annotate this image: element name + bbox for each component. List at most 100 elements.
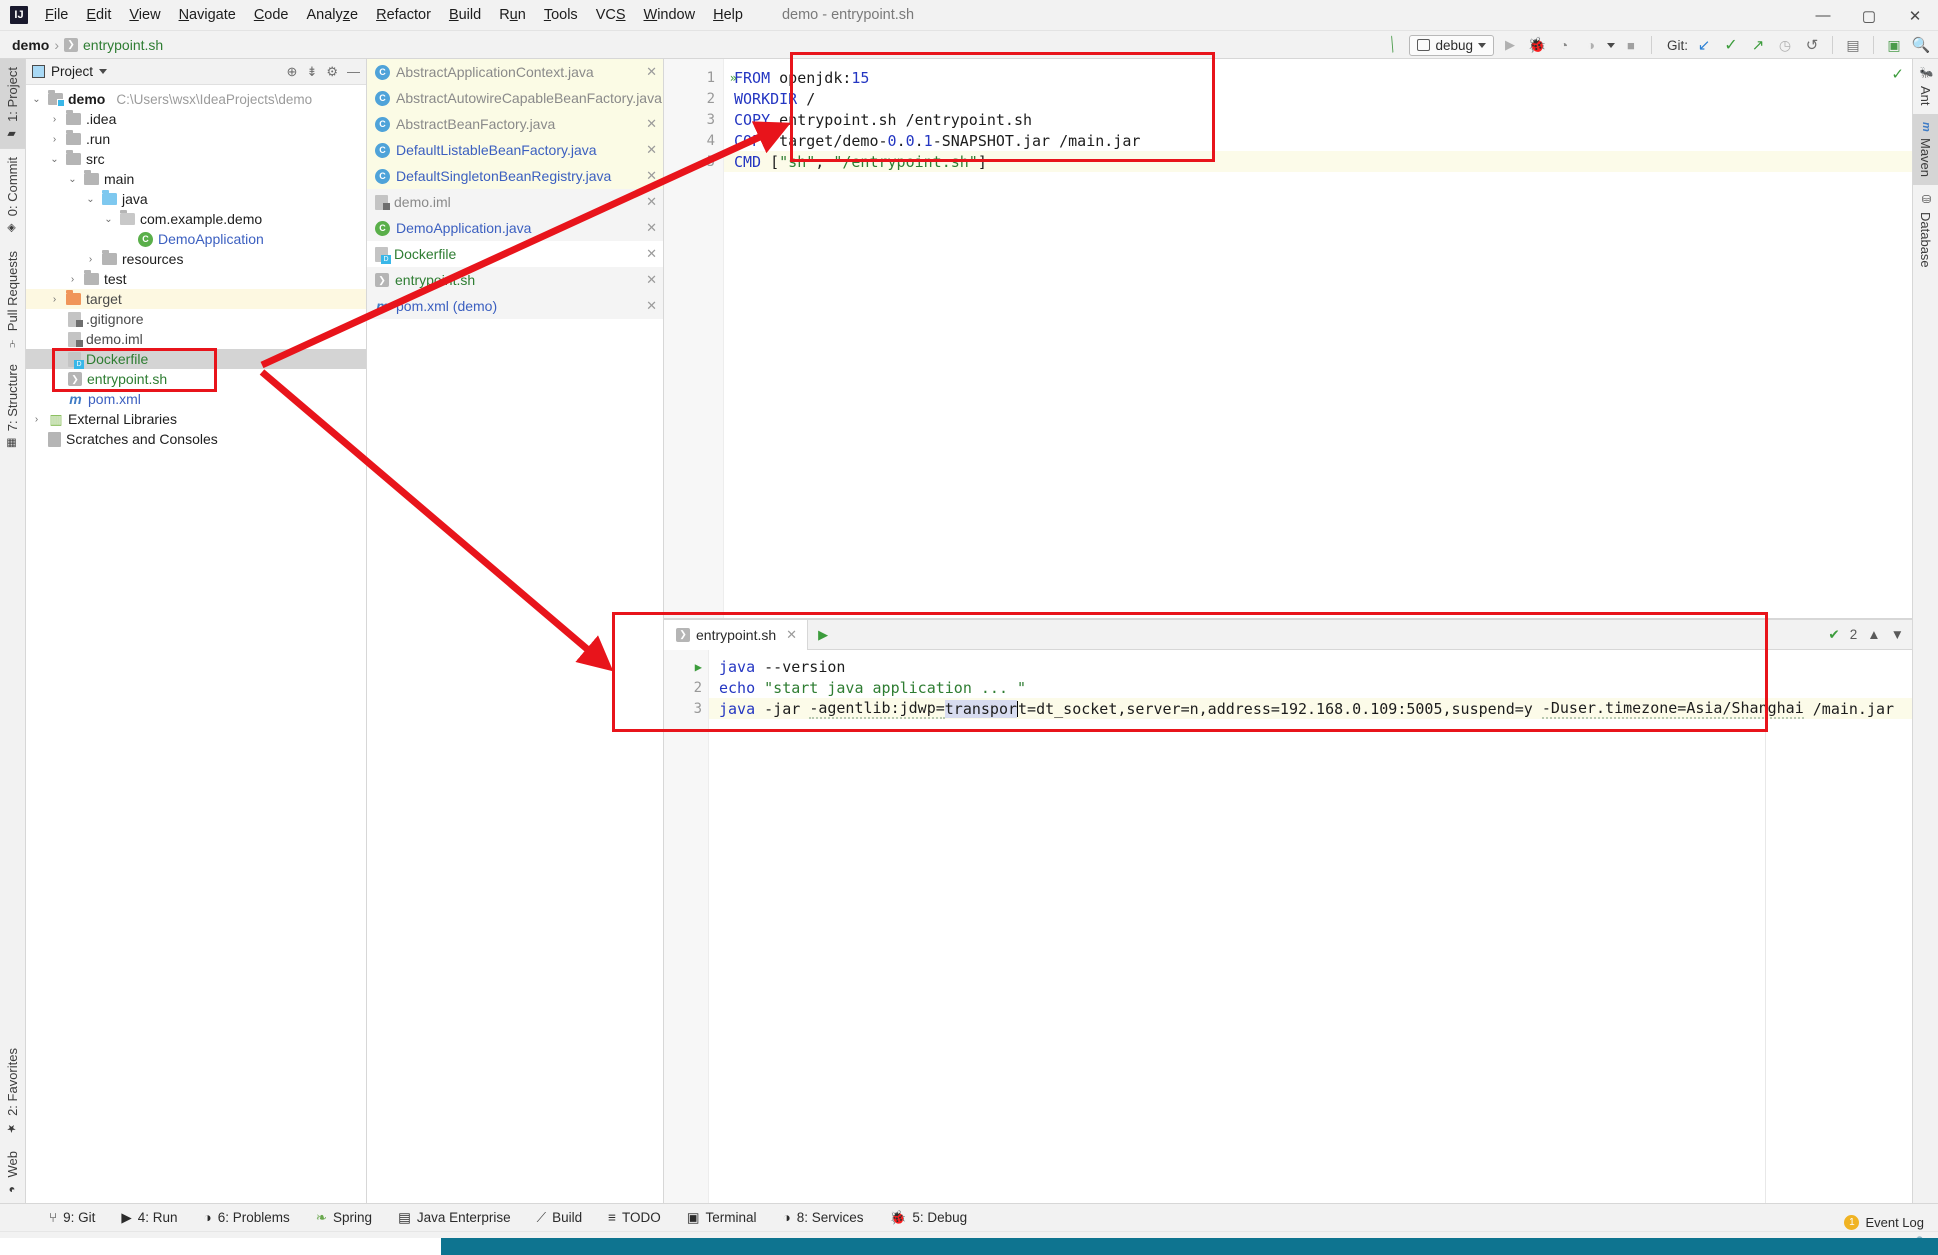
menu-item-edit[interactable]: Edit (77, 3, 120, 27)
profile-icon[interactable]: ◑ (1580, 34, 1602, 56)
chevron-down-icon[interactable]: ⌄ (48, 154, 61, 165)
profile-chevron-down-icon[interactable] (1607, 43, 1615, 48)
tree-item-run[interactable]: › .run (26, 129, 366, 149)
event-log-widget[interactable]: 1 Event Log (1844, 1215, 1924, 1230)
settings-gear-icon[interactable]: ⚙ (326, 64, 338, 80)
tool-button-spring[interactable]: ❧Spring (303, 1210, 385, 1226)
sidebar-item-favorites[interactable]: ★ 2: Favorites (0, 1040, 25, 1143)
list-item[interactable]: demo.iml ✕ (367, 189, 663, 215)
run-script-icon[interactable]: ▶ (818, 627, 828, 643)
terminal-icon[interactable]: ▣ (1883, 34, 1905, 56)
tree-item-resources[interactable]: › resources (26, 249, 366, 269)
close-icon[interactable]: ✕ (646, 168, 657, 184)
chevron-right-icon[interactable]: › (48, 294, 61, 305)
stop-icon[interactable]: ■ (1620, 34, 1642, 56)
git-update-icon[interactable]: ↙ (1693, 34, 1715, 56)
tool-button-debug[interactable]: 🐞5: Debug (877, 1210, 981, 1226)
tree-item-src[interactable]: ⌄ src (26, 149, 366, 169)
menu-item-window[interactable]: Window (635, 3, 705, 27)
tree-item-idea[interactable]: › .idea (26, 109, 366, 129)
editor-gutter[interactable]: 1 » 2 3 4 5 (664, 59, 724, 618)
list-item[interactable]: Dockerfile ✕ (367, 241, 663, 267)
debug-bug-icon[interactable]: 🐞 (1526, 34, 1548, 56)
close-icon[interactable]: ✕ (646, 246, 657, 262)
sidebar-item-web[interactable]: ◕ Web (0, 1143, 25, 1204)
chevron-right-icon[interactable]: › (48, 134, 61, 145)
close-icon[interactable]: ✕ (786, 627, 797, 643)
tree-item-java[interactable]: ⌄ java (26, 189, 366, 209)
menu-item-help[interactable]: Help (704, 3, 752, 27)
sidebar-item-maven[interactable]: m Maven (1913, 114, 1938, 185)
list-item[interactable]: m pom.xml (demo) ✕ (367, 293, 663, 319)
menu-item-vcs[interactable]: VCS (587, 3, 635, 27)
search-everywhere-icon[interactable]: 🔍 (1910, 34, 1932, 56)
tree-item-entrypoint-sh[interactable]: ❯ entrypoint.sh (26, 369, 366, 389)
git-history-icon[interactable]: ◷ (1774, 34, 1796, 56)
git-rollback-icon[interactable]: ↺ (1801, 34, 1823, 56)
tree-item-demo[interactable]: ⌄ demo C:\Users\wsx\IdeaProjects\demo (26, 89, 366, 109)
chevron-right-icon[interactable]: › (30, 414, 43, 425)
dockerfile-editor[interactable]: 1 » 2 3 4 5 FROM openjdk:15 WORKDIR / CO… (664, 59, 1912, 619)
inspection-status-icon[interactable]: ✓ (1891, 65, 1904, 83)
chevron-down-icon[interactable]: ⌄ (66, 174, 79, 185)
menu-item-file[interactable]: File (36, 3, 77, 27)
close-icon[interactable]: ✕ (646, 272, 657, 288)
next-issue-icon[interactable]: ▼ (1891, 627, 1904, 642)
menu-item-code[interactable]: Code (245, 3, 298, 27)
git-commit-check-icon[interactable]: ✓ (1720, 34, 1742, 56)
tree-item-gitignore[interactable]: .gitignore (26, 309, 366, 329)
list-item[interactable]: C AbstractApplicationContext.java ✕ (367, 59, 663, 85)
close-icon[interactable]: ✕ (646, 116, 657, 132)
sidebar-item-database[interactable]: ⛁ Database (1913, 185, 1938, 276)
tree-item-external-libraries[interactable]: › ▥ External Libraries (26, 409, 366, 429)
hide-icon[interactable]: — (347, 64, 360, 79)
run-marker-icon[interactable]: » (730, 71, 737, 85)
tree-item-scratches[interactable]: Scratches and Consoles (26, 429, 366, 449)
list-item[interactable]: C DefaultListableBeanFactory.java ✕ (367, 137, 663, 163)
run-icon[interactable]: ▶ (1499, 34, 1521, 56)
minimize-button[interactable]: — (1800, 0, 1846, 31)
editor-code[interactable]: FROM openjdk:15 WORKDIR / COPY entrypoin… (724, 59, 1912, 618)
close-icon[interactable]: ✕ (646, 142, 657, 158)
tree-item-dockerfile[interactable]: Dockerfile (26, 349, 366, 369)
menu-item-run[interactable]: Run (490, 3, 535, 27)
project-structure-icon[interactable]: ▤ (1842, 34, 1864, 56)
sidebar-item-pull-requests[interactable]: ⑂ Pull Requests (0, 243, 25, 356)
chevron-down-icon[interactable]: ⌄ (30, 94, 43, 105)
menu-item-view[interactable]: View (120, 3, 169, 27)
chevron-down-icon[interactable]: ⌄ (84, 194, 97, 205)
locate-icon[interactable]: ⊕ (287, 64, 298, 80)
tool-button-problems[interactable]: ◑6: Problems (191, 1210, 303, 1225)
entrypoint-gutter[interactable]: ▶ 2 3 (664, 650, 709, 1203)
tree-item-main[interactable]: ⌄ main (26, 169, 366, 189)
run-configuration-selector[interactable]: debug (1409, 35, 1494, 56)
list-item[interactable]: C DemoApplication.java ✕ (367, 215, 663, 241)
tool-button-terminal[interactable]: ▣Terminal (674, 1210, 770, 1226)
menu-item-build[interactable]: Build (440, 3, 490, 27)
list-item[interactable]: C AbstractAutowireCapableBeanFactory.jav… (367, 85, 663, 111)
tool-button-run[interactable]: ▶4: Run (108, 1210, 190, 1226)
tree-item-test[interactable]: › test (26, 269, 366, 289)
tool-button-java-enterprise[interactable]: ▤Java Enterprise (385, 1210, 524, 1226)
tab-entrypoint-sh[interactable]: ❯ entrypoint.sh ✕ (664, 620, 808, 650)
breadcrumb-project[interactable]: demo (12, 37, 49, 53)
sidebar-item-commit[interactable]: ◈ 0: Commit (0, 149, 25, 243)
chevron-right-icon[interactable]: › (48, 114, 61, 125)
tree-item-package[interactable]: ⌄ com.example.demo (26, 209, 366, 229)
sidebar-item-structure[interactable]: ▦ 7: Structure (0, 356, 25, 458)
tree-item-demo-iml[interactable]: demo.iml (26, 329, 366, 349)
run-with-coverage-icon[interactable]: ◔ (1553, 34, 1575, 56)
git-push-icon[interactable]: ↗ (1747, 34, 1769, 56)
maximize-button[interactable]: ▢ (1846, 0, 1892, 31)
tree-item-pom-xml[interactable]: m pom.xml (26, 389, 366, 409)
sidebar-item-project[interactable]: ▰ 1: Project (0, 59, 25, 149)
close-icon[interactable]: ✕ (646, 194, 657, 210)
close-icon[interactable]: ✕ (646, 298, 657, 314)
chevron-down-icon[interactable] (99, 69, 107, 74)
close-icon[interactable]: ✕ (646, 64, 657, 80)
tool-button-git[interactable]: ⑂9: Git (36, 1210, 108, 1225)
tool-button-todo[interactable]: ≡TODO (595, 1210, 674, 1225)
collapse-all-icon[interactable]: ⇟ (306, 64, 317, 80)
tree-item-demoapplication[interactable]: C DemoApplication (26, 229, 366, 249)
menu-item-navigate[interactable]: Navigate (170, 3, 245, 27)
